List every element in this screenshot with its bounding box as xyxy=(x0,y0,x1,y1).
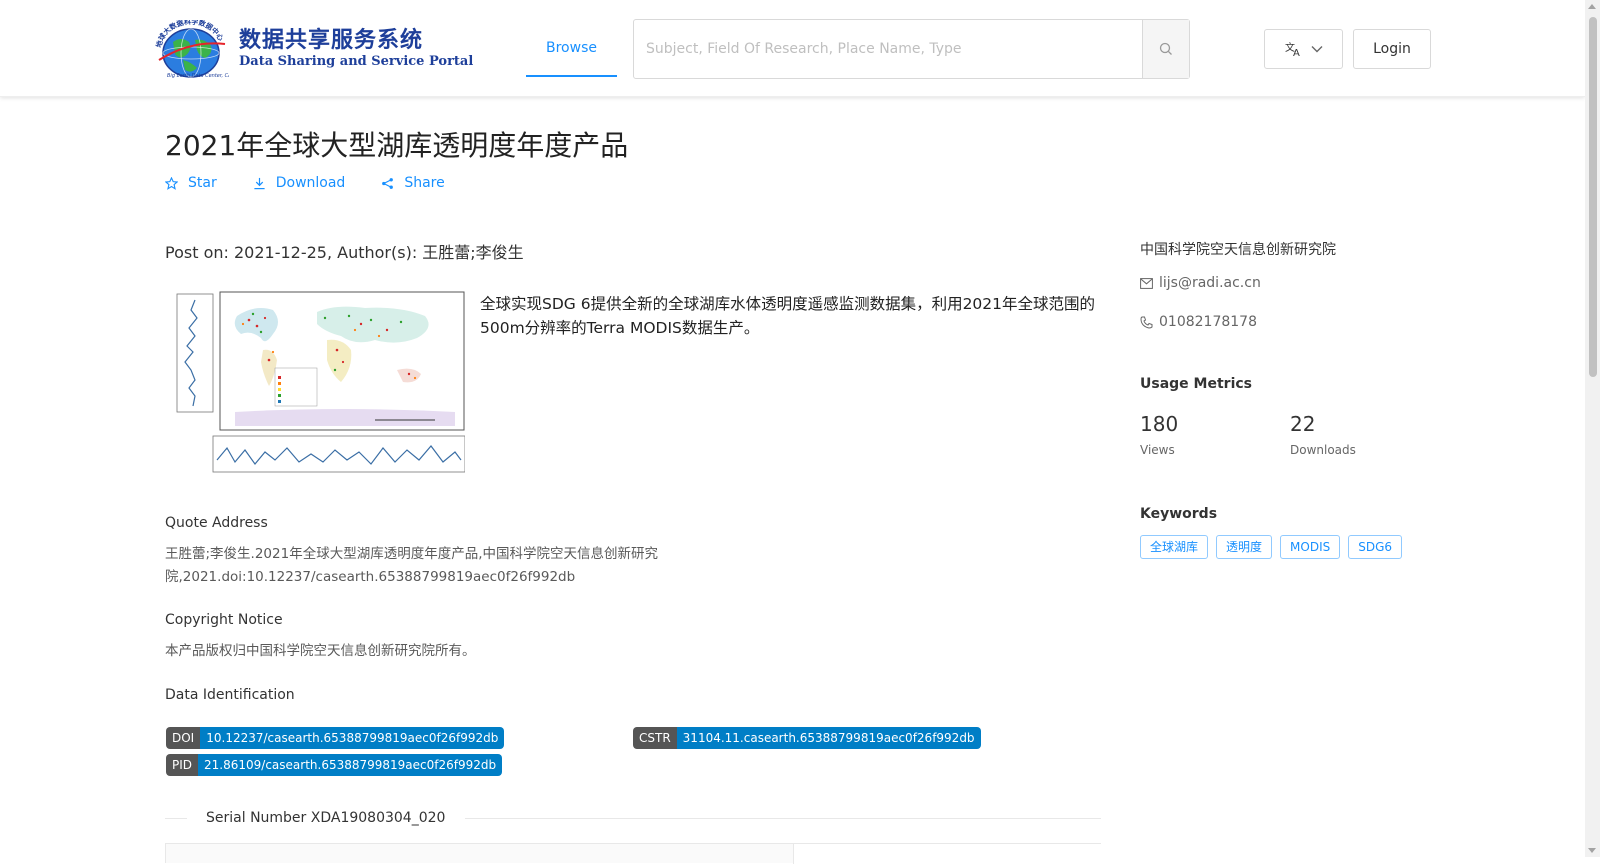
star-button[interactable]: Star xyxy=(165,172,217,194)
keyword-tags: 全球湖库 透明度 MODIS SDG6 xyxy=(1140,535,1403,559)
dataset-actions: Star Download Share xyxy=(165,172,481,194)
files-table-header xyxy=(165,843,1101,864)
login-button[interactable]: Login xyxy=(1353,29,1431,69)
nav-tab-browse[interactable]: Browse xyxy=(526,20,617,77)
download-button[interactable]: Download xyxy=(253,172,346,194)
files-table-header-right xyxy=(793,844,1101,864)
doi-badge[interactable]: DOI 10.12237/casearth.65388799819aec0f26… xyxy=(166,727,505,749)
download-icon xyxy=(254,177,265,189)
star-label: Star xyxy=(188,175,217,191)
keyword-tag[interactable]: 全球湖库 xyxy=(1140,535,1209,559)
doi-badge-value: 10.12237/casearth.65388799819aec0f26f992… xyxy=(200,727,505,749)
cstr-badge-value: 31104.11.casearth.65388799819aec0f26f992… xyxy=(676,727,981,749)
logo-chinese-name: 数据共享服务系统 xyxy=(239,28,424,53)
svg-text:A: A xyxy=(1293,48,1300,57)
contact-phone-text: 01082178178 xyxy=(1159,314,1257,330)
search-icon xyxy=(1159,42,1172,55)
share-button[interactable]: Share xyxy=(381,172,445,194)
keyword-tag[interactable]: SDG6 xyxy=(1348,535,1403,559)
contact-phone[interactable]: 01082178178 xyxy=(1140,314,1257,330)
svg-text:Big Earth Data Center, CAS: Big Earth Data Center, CAS xyxy=(167,73,229,78)
keyword-tag[interactable]: 透明度 xyxy=(1216,535,1273,559)
keywords-heading: Keywords xyxy=(1140,506,1218,522)
search-bar xyxy=(633,19,1190,79)
cstr-badge-key: CSTR xyxy=(633,727,677,749)
search-button[interactable] xyxy=(1142,20,1189,78)
views-count: 180 xyxy=(1140,412,1179,436)
scroll-up-arrow-icon[interactable] xyxy=(1588,4,1596,9)
dataset-description: 全球实现SDG 6提供全新的全球湖库水体透明度遥感监测数据集，利用2021年全球… xyxy=(480,295,1096,337)
pid-badge-key: PID xyxy=(166,754,199,776)
usage-metrics-heading: Usage Metrics xyxy=(1140,376,1252,392)
globe-logo-icon: 地球大数据科学数据中心 Big Earth Data Center, CAS xyxy=(154,20,229,78)
views-label: Views xyxy=(1140,443,1175,457)
share-icon xyxy=(382,177,394,189)
serial-divider-left xyxy=(165,818,187,819)
site-logo[interactable]: 地球大数据科学数据中心 Big Earth Data Center, CAS 数… xyxy=(153,18,473,80)
star-icon xyxy=(165,176,178,190)
pid-badge[interactable]: PID 21.86109/casearth.65388799819aec0f26… xyxy=(166,754,503,776)
language-switcher[interactable]: 文 A xyxy=(1264,29,1343,69)
search-input[interactable] xyxy=(634,20,1143,78)
translate-icon: 文 A xyxy=(1285,41,1300,57)
download-label: Download xyxy=(275,175,346,191)
scroll-down-arrow-icon[interactable] xyxy=(1588,848,1596,853)
dataset-thumbnail-map[interactable] xyxy=(165,290,465,480)
organization-name: 中国科学院空天信息创新研究院 xyxy=(1140,242,1336,258)
logo-english-name: Data Sharing and Service Portal xyxy=(239,54,474,69)
serial-number: Serial Number XDA19080304_020 xyxy=(204,810,448,826)
scrollbar-thumb[interactable] xyxy=(1589,17,1597,377)
keyword-tag[interactable]: MODIS xyxy=(1280,535,1341,559)
phone-icon xyxy=(1140,316,1153,329)
quote-address-text: 王胜蕾;李俊生.2021年全球大型湖库透明度年度产品,中国科学院空天信息创新研究… xyxy=(165,546,658,585)
downloads-label: Downloads xyxy=(1290,443,1356,457)
dataset-title: 2021年全球大型湖库透明度年度产品 xyxy=(165,129,629,162)
serial-divider-right xyxy=(465,818,1101,819)
mail-icon xyxy=(1140,277,1153,289)
pid-badge-value: 21.86109/casearth.65388799819aec0f26f992… xyxy=(198,754,503,776)
post-info: Post on: 2021-12-25, Author(s): 王胜蕾;李俊生 xyxy=(165,243,524,262)
page-scrollbar[interactable] xyxy=(1585,0,1600,857)
cstr-badge[interactable]: CSTR 31104.11.casearth.65388799819aec0f2… xyxy=(633,727,981,749)
quote-address-label: Quote Address xyxy=(165,515,268,531)
copyright-text: 本产品版权归中国科学院空天信息创新研究院所有。 xyxy=(165,643,476,659)
share-label: Share xyxy=(404,175,445,191)
data-identification-label: Data Identification xyxy=(165,687,295,703)
downloads-count: 22 xyxy=(1290,412,1316,436)
chevron-down-icon xyxy=(1311,46,1322,53)
contact-email-text: lijs@radi.ac.cn xyxy=(1159,275,1261,291)
doi-badge-key: DOI xyxy=(166,727,201,749)
top-header: 地球大数据科学数据中心 Big Earth Data Center, CAS 数… xyxy=(0,0,1585,97)
copyright-label: Copyright Notice xyxy=(165,612,283,628)
contact-email[interactable]: lijs@radi.ac.cn xyxy=(1140,275,1261,291)
